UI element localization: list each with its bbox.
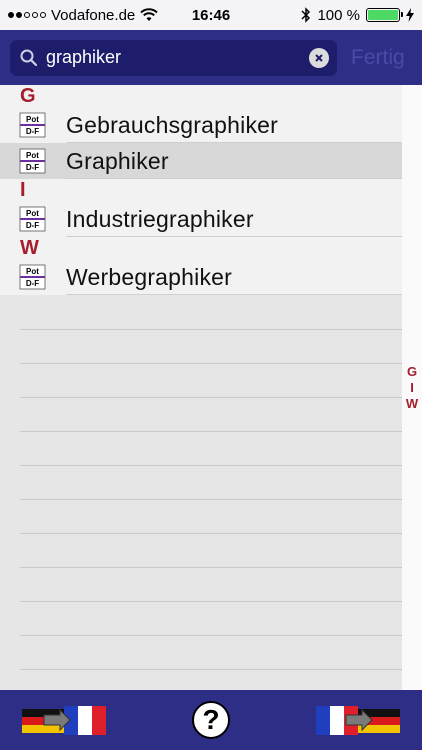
section-header: I [20,179,26,201]
empty-row-separator [20,465,402,466]
dictionary-icon-bottom: D-F [26,127,39,136]
section-index[interactable]: GIW [402,85,422,690]
signal-dot [32,12,38,18]
dictionary-icon-top: Pot [26,209,39,218]
status-bar: Vodafone.de 16:46 100 % [0,0,422,30]
dictionary-icon-bottom: D-F [26,163,39,172]
signal-dot [16,12,22,18]
empty-row-separator [20,431,402,432]
results-list: G Pot D-F Gebrauchsgraphiker Pot D-F Graphiker… [0,85,402,690]
french-to-german-flag-icon[interactable] [316,704,400,736]
signal-dot [24,12,30,18]
index-letter[interactable]: W [406,396,418,412]
battery-percent: 100 % [317,6,360,24]
empty-row-separator [20,533,402,534]
wifi-icon [140,8,158,21]
dictionary-icon: Pot D-F [19,264,46,290]
dictionary-icon-bottom: D-F [26,221,39,230]
result-label: Werbegraphiker [66,263,233,290]
german-to-french-flag-icon[interactable] [22,704,106,736]
empty-row-separator [20,397,402,398]
dictionary-icon: Pot D-F [19,206,46,232]
status-left: Vodafone.de [8,7,158,24]
search-bar: Fertig [0,30,422,85]
charging-bolt-icon [406,8,414,22]
empty-row-separator [20,601,402,602]
result-row[interactable]: Pot D-F Werbegraphiker [0,259,402,295]
result-label: Graphiker [66,147,169,174]
dictionary-icon-bottom: D-F [26,279,39,288]
empty-row-separator [20,669,402,670]
carrier-name: Vodafone.de [51,6,136,24]
dictionary-icon-top: Pot [26,267,39,276]
result-row[interactable]: Pot D-F Industriegraphiker [0,201,402,237]
dictionary-icon-top: Pot [26,115,39,124]
dictionary-icon: Pot D-F [19,112,46,138]
signal-dot [40,12,46,18]
result-row[interactable]: Pot D-F Graphiker [0,143,402,179]
battery-icon [366,8,403,22]
signal-dot [8,12,14,18]
help-icon: ? [202,704,220,735]
help-button[interactable]: ? [192,701,230,739]
index-letter[interactable]: I [410,380,414,396]
results-sections: G Pot D-F Gebrauchsgraphiker Pot D-F Graphiker… [0,85,402,295]
result-row[interactable]: Pot D-F Gebrauchsgraphiker [0,107,402,143]
result-label: Gebrauchsgraphiker [66,111,278,138]
empty-row-separator [20,567,402,568]
cancel-search-button[interactable]: Fertig [351,46,405,70]
empty-row-separator [20,363,402,364]
result-label: Industriegraphiker [66,205,254,232]
status-right: 100 % [301,7,414,24]
empty-row-separator [20,499,402,500]
dictionary-icon: Pot D-F [19,148,46,174]
search-icon [18,47,40,69]
bottom-toolbar: ? [0,690,422,750]
index-letter[interactable]: G [407,364,417,380]
empty-row-separator [20,329,402,330]
empty-row-separator [20,635,402,636]
section-header: G [20,85,36,107]
search-field[interactable] [10,39,337,76]
battery-fill [368,10,398,20]
search-input[interactable] [46,47,309,68]
dictionary-icon-top: Pot [26,151,39,160]
bluetooth-icon [301,7,311,23]
section-header: W [20,237,39,259]
clear-search-icon[interactable] [309,47,329,68]
signal-strength-icon [8,12,46,18]
